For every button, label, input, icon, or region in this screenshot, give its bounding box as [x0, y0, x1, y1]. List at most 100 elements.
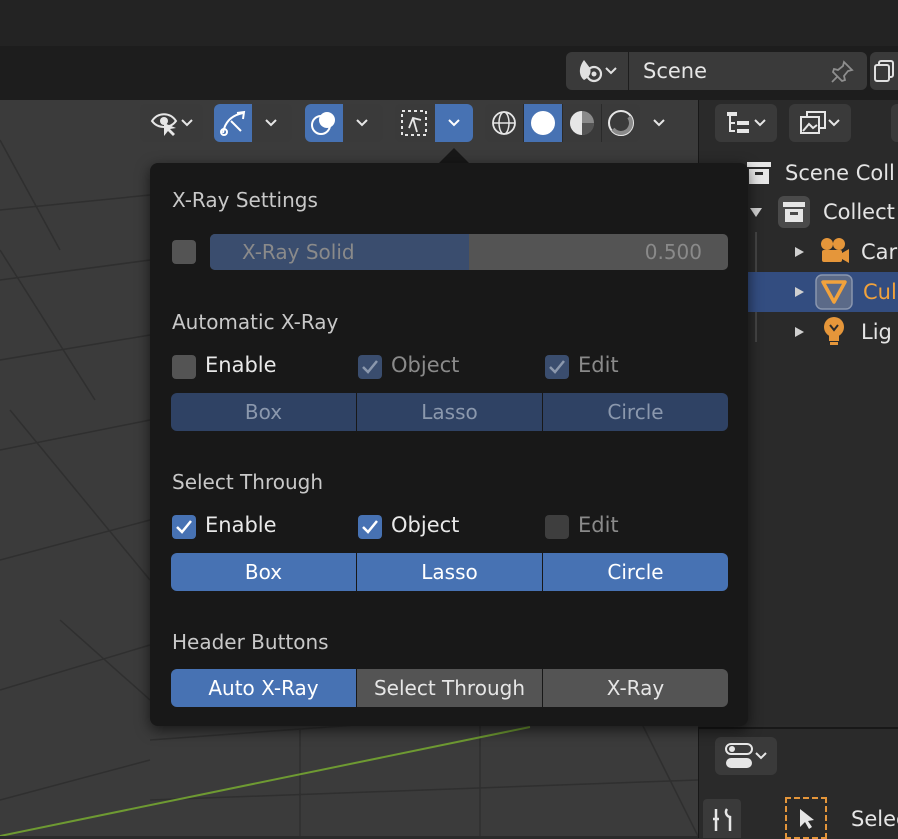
new-scene-button[interactable] — [870, 52, 898, 90]
visibility-dropdown[interactable] — [140, 104, 203, 142]
auto-xray-circle-button[interactable]: Circle — [543, 393, 728, 431]
image-stack-icon — [800, 111, 826, 134]
toggle-icon — [725, 743, 753, 768]
select-through-box-button[interactable]: Box — [171, 553, 357, 591]
outliner-item-label: Cul — [863, 280, 897, 304]
scene-selector[interactable]: Scene — [566, 52, 867, 90]
slider-value: 0.500 — [644, 240, 702, 264]
check-icon — [362, 520, 378, 534]
auto-xray-enable-checkbox[interactable] — [172, 355, 196, 379]
collection-icon — [778, 196, 810, 228]
outliner-item-label: Lig — [861, 320, 892, 344]
top-bar — [0, 0, 898, 46]
chevron-down-icon — [180, 119, 193, 127]
select-through-edit-checkbox[interactable] — [545, 515, 569, 539]
select-through-enable-label: Enable — [205, 513, 277, 537]
check-icon — [549, 360, 565, 374]
select-through-circle-button[interactable]: Circle — [543, 553, 728, 591]
overlay-icon — [311, 112, 335, 135]
select-tool-button[interactable] — [785, 797, 827, 839]
chevron-down-icon — [356, 119, 368, 127]
overlay-dropdown[interactable] — [305, 104, 383, 142]
chevron-down-icon — [265, 119, 277, 127]
auto-xray-object-label: Object — [391, 353, 460, 377]
shading-mode-group — [485, 104, 640, 142]
outliner-item-label: Collect — [823, 200, 895, 224]
overlay-toggle[interactable] — [305, 104, 343, 142]
chevron-down-icon — [754, 119, 766, 127]
tool-label: Selec — [851, 807, 898, 831]
header-auto-xray-button[interactable]: Auto X-Ray — [171, 669, 357, 707]
select-through-mode-group: Box Lasso Circle — [171, 553, 728, 591]
expand-right-icon[interactable] — [793, 326, 805, 338]
xray-dropdown[interactable] — [395, 104, 473, 142]
xray-options-button[interactable] — [435, 104, 473, 142]
viewport-header — [0, 100, 698, 150]
material-sphere-icon — [570, 111, 594, 135]
camera-icon — [821, 238, 849, 263]
expand-right-icon[interactable] — [793, 286, 805, 298]
rendered-sphere-icon — [608, 110, 634, 136]
expand-down-icon[interactable] — [749, 205, 763, 219]
header-buttons-group: Auto X-Ray Select Through X-Ray — [171, 669, 728, 707]
auto-xray-mode-group: Box Lasso Circle — [171, 393, 728, 431]
scene-type-dropdown[interactable] — [566, 52, 629, 90]
expand-right-icon[interactable] — [793, 246, 805, 258]
header-select-through-button[interactable]: Select Through — [357, 669, 543, 707]
mesh-object-icon — [815, 274, 853, 310]
shading-options-button[interactable] — [640, 104, 678, 142]
filter-dropdown[interactable] — [789, 104, 851, 142]
cursor-arrow-icon — [800, 809, 814, 829]
header-xray-button[interactable]: X-Ray — [543, 669, 728, 707]
display-mode-dropdown[interactable] — [715, 104, 777, 142]
scene-name: Scene — [643, 59, 708, 83]
select-through-edit-label: Edit — [578, 513, 619, 537]
check-icon — [176, 520, 192, 534]
light-bulb-icon — [824, 317, 844, 345]
auto-xray-object-checkbox[interactable] — [358, 355, 382, 379]
gizmo-toggle[interactable] — [214, 104, 252, 142]
solid-shading-button[interactable] — [524, 104, 563, 142]
pin-icon[interactable] — [829, 59, 855, 85]
xray-solid-slider[interactable]: X-Ray Solid 0.500 — [210, 234, 728, 270]
outliner-item-label: Scene Coll — [785, 161, 895, 185]
outliner-item-label: Car — [861, 240, 898, 264]
slider-label: X-Ray Solid — [242, 240, 355, 264]
auto-xray-edit-label: Edit — [578, 353, 619, 377]
gizmo-icon — [220, 110, 246, 136]
auto-xray-box-button[interactable]: Box — [171, 393, 357, 431]
xray-settings-popup: X-Ray Settings X-Ray Solid 0.500 Automat… — [150, 163, 748, 726]
solid-sphere-icon — [531, 111, 555, 135]
xray-select-icon — [401, 110, 427, 136]
select-through-object-label: Object — [391, 513, 460, 537]
wireframe-shading-button[interactable] — [485, 104, 524, 142]
duplicate-icon — [874, 60, 894, 82]
select-through-enable-checkbox[interactable] — [172, 515, 196, 539]
chevron-down-icon — [448, 119, 460, 127]
material-shading-button[interactable] — [563, 104, 602, 142]
chevron-down-icon — [828, 119, 840, 127]
wireframe-sphere-icon — [492, 111, 516, 135]
properties-panel: Selec — [698, 727, 898, 839]
scene-collection-icon — [747, 162, 771, 184]
tool-tab[interactable] — [703, 799, 741, 838]
scene-name-field[interactable]: Scene — [629, 52, 867, 90]
section-title-automatic-xray: Automatic X-Ray — [172, 310, 339, 334]
section-title-xray-settings: X-Ray Settings — [172, 188, 318, 212]
gizmo-dropdown[interactable] — [214, 104, 292, 142]
search-field[interactable] — [891, 104, 898, 142]
auto-xray-enable-label: Enable — [205, 353, 277, 377]
auto-xray-lasso-button[interactable]: Lasso — [357, 393, 543, 431]
outliner-tree-icon — [727, 112, 749, 133]
section-title-header-buttons: Header Buttons — [172, 630, 329, 654]
auto-xray-edit-checkbox[interactable] — [545, 355, 569, 379]
rendered-shading-button[interactable] — [602, 104, 640, 142]
select-through-object-checkbox[interactable] — [358, 515, 382, 539]
xray-toggle[interactable] — [395, 104, 433, 142]
outliner-header — [699, 100, 898, 150]
tools-icon — [713, 808, 732, 831]
select-through-lasso-button[interactable]: Lasso — [357, 553, 543, 591]
xray-solid-checkbox[interactable] — [172, 240, 196, 264]
chevron-down-icon — [755, 752, 767, 760]
editor-type-dropdown[interactable] — [715, 737, 777, 775]
